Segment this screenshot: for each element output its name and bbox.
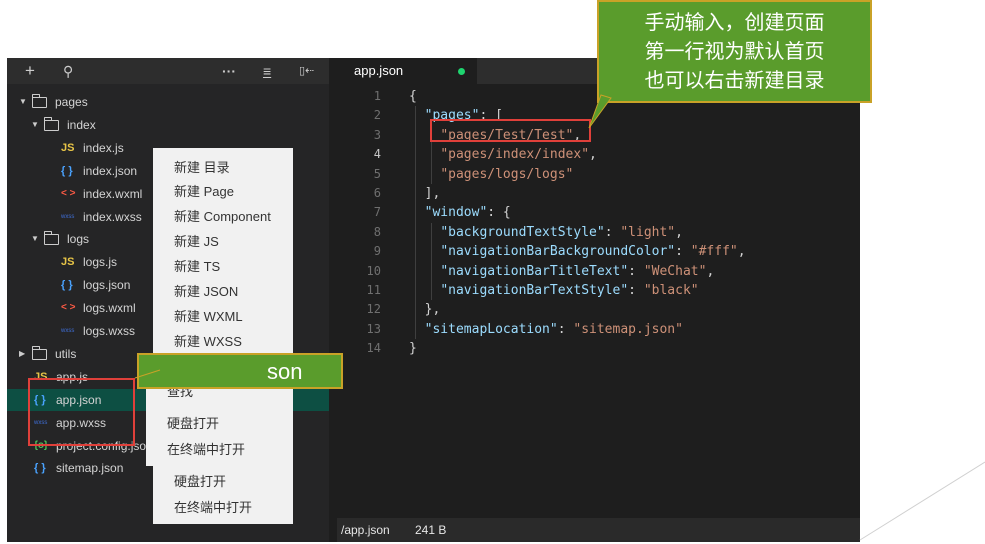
decorative-line (859, 461, 985, 541)
callout-mid-pointer (134, 369, 161, 379)
annotation-pointers (134, 94, 985, 541)
callout-pointer (588, 94, 612, 129)
